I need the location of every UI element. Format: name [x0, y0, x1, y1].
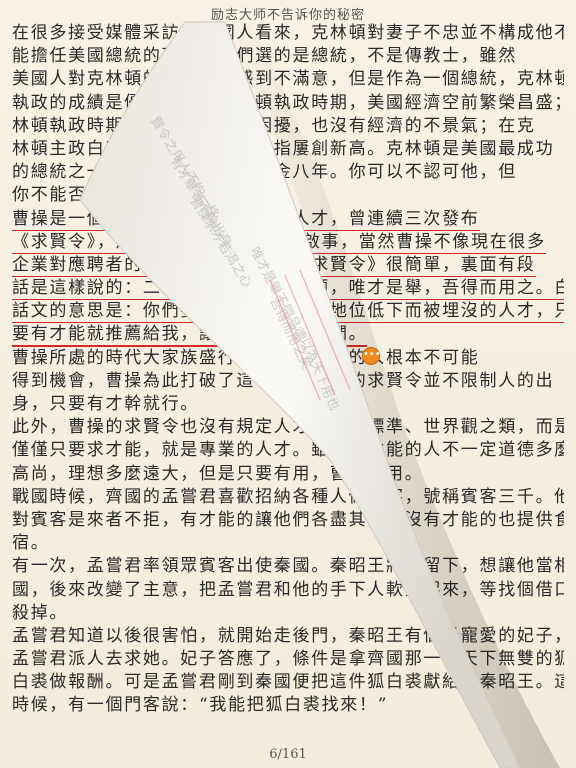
- text-line-content: 林頓主政白宮時，美國股市大股指屢創新高。克林頓是美國最成功: [12, 138, 555, 159]
- page-body-text[interactable]: 在很多接受媒體采訪的美國人看來，克林頓對妻子不忠並不構成他不 能擔任美國總統的理由…: [12, 22, 564, 718]
- text-line: 執政的成績是優秀的，在克林頓執政時期，美國經濟空前繁榮昌盛；在: [12, 92, 564, 115]
- text-line-content: 話是這樣說的：二三子其佐我明揚仄陋，唯才是舉，吾得而用之。白: [12, 278, 564, 301]
- text-line-content: 美國人對克林頓的越軌行為感到不滿意，但是作為一個總統，克林頓: [12, 69, 564, 90]
- text-line-content: 此外，曹操的求賢令也沒有規定人才的道德標準、世界觀之類，而是: [12, 417, 564, 438]
- text-line: 高尚，理想多麼遠大，但是只要有用，曹操就用。: [12, 463, 564, 486]
- text-line: 得到機會，曹操為此打破了這一局面，他的求賢令並不限制人的出: [12, 370, 564, 393]
- text-line-content: 高尚，理想多麼遠大，但是只要有用，曹操就用。: [12, 463, 424, 484]
- text-line-content: 有一次，孟嘗君率領眾賓客出使秦國。秦昭王將他留下，想讓他當相: [12, 556, 564, 577]
- text-line-content: 林頓執政時期美國沒有戰爭的困擾，也沒有經濟的不景氣；在克: [12, 115, 536, 136]
- text-line-content: 對賓客是來者不拒，有才能的讓他們各盡其能，沒有才能的也提供食: [12, 509, 564, 530]
- text-line: 要有才能就推薦給我，讓我能夠任用他們。: [12, 323, 564, 347]
- text-line: 此外，曹操的求賢令也沒有規定人才的道德標準、世界觀之類，而是: [12, 416, 564, 439]
- page-number-indicator: 6/161: [269, 747, 307, 762]
- text-line-content: 時候，有一個門客說：“我能把狐白裘找來！”: [12, 695, 389, 716]
- text-line-content: 僅僅只要求才能，就是專業的人才。雖然有才能的人不一定道德多麼: [12, 440, 564, 461]
- text-line-content: 要有才能就推薦給我，讓我能夠任用他們。: [12, 324, 368, 347]
- text-line: 殺掉。: [12, 602, 564, 625]
- text-line-content: 白裘做報酬。可是孟嘗君剛到秦國便把這件狐白裘獻給了秦昭王。這: [12, 672, 564, 693]
- text-line-content: 能擔任美國總統的理由，他們選的是總統，不是傳教士，雖然: [12, 46, 517, 67]
- text-line-content: 宿。: [12, 533, 50, 554]
- text-line: 《求賢令》，用今天的話說就是招聘啟事，當然曹操不像現在很多: [12, 231, 564, 254]
- text-line: 對賓客是來者不拒，有才能的讓他們各盡其能，沒有才能的也提供食: [12, 509, 564, 532]
- text-line-content: 話文的意思是：你們要幫助我發現那些地位低下而被埋沒的人才，只: [12, 301, 564, 324]
- text-line-content: 曹操是一個愛才的人，他下，招攬人才，曾連續三次發布: [12, 208, 480, 231]
- text-line: 林頓主政白宮時，美國股市大股指屢創新高。克林頓是美國最成功: [12, 138, 564, 161]
- text-line: 話是這樣說的：二三子其佐我明揚仄陋，唯才是舉，吾得而用之。白: [12, 277, 564, 301]
- text-line: 美國人對克林頓的越軌行為感到不滿意，但是作為一個總統，克林頓: [12, 68, 564, 91]
- text-line-content: 《求賢令》，用今天的話說就是招聘啟事，當然曹操不像現在很多: [12, 231, 546, 254]
- text-line: 宿。: [12, 532, 564, 555]
- text-line-content: 孟嘗君知道以後很害怕，就開始走後門，秦昭王有個最寵愛的妃子，: [12, 625, 564, 646]
- text-line: 你不能否認他的能力。: [12, 184, 564, 207]
- text-line: 的總統之一，美國經濟被譽為黃金八年。你可以不認可他，但: [12, 161, 564, 184]
- text-line-content: 戰國時候，齊國的孟嘗君喜歡招納各種人做門客，號稱賓客三千。他: [12, 486, 564, 507]
- text-line: 戰國時候，齊國的孟嘗君喜歡招納各種人做門客，號稱賓客三千。他: [12, 486, 564, 509]
- text-line: 企業對應聘者的要求那麼多，他的《求賢令》很簡單，裏面有段: [12, 254, 564, 278]
- text-line-content: 國，後來改變了主意，把孟嘗君和他的手下人軟禁起來，等找個借口: [12, 579, 564, 600]
- text-line-content: 殺掉。: [12, 602, 69, 623]
- text-line-content: 得到機會，曹操為此打破了這一局面，他的求賢令並不限制人的出: [12, 370, 555, 391]
- text-line: 林頓執政時期美國沒有戰爭的困擾，也沒有經濟的不景氣；在克: [12, 115, 564, 138]
- text-line: 白裘做報酬。可是孟嘗君剛到秦國便把這件狐白裘獻給了秦昭王。這: [12, 671, 564, 694]
- text-line: 能擔任美國總統的理由，他們選的是總統，不是傳教士，雖然: [12, 45, 564, 68]
- text-line: 時候，有一個門客說：“我能把狐白裘找來！”: [12, 694, 564, 717]
- text-line: 曹操所處的時代大家族盛行，那些有才華的人根本不可能: [12, 347, 564, 370]
- text-line: 話文的意思是：你們要幫助我發現那些地位低下而被埋沒的人才，只: [12, 300, 564, 324]
- text-line: 身，只要有才幹就行。: [12, 393, 564, 416]
- text-line-content: 的總統之一，美國經濟被譽為黃金八年。你可以不認可他，但: [12, 162, 517, 183]
- text-line-content: 你不能否認他的能力。: [12, 185, 199, 206]
- text-line: 在很多接受媒體采訪的美國人看來，克林頓對妻子不忠並不構成他不: [12, 22, 564, 45]
- text-line-content: 身，只要有才幹就行。: [12, 394, 199, 414]
- text-line-content: 孟嘗君派人去求她。妃子答應了，條件是拿齊國那一件天下無雙的狐: [12, 649, 564, 670]
- text-line-content: 企業對應聘者的要求那麼多，他的《求賢令》很簡單，裏面有段: [12, 254, 536, 278]
- text-line: 曹操是一個愛才的人，他下，招攬人才，曾連續三次發布: [12, 208, 564, 231]
- text-line-content: 曹操所處的時代大家族盛行，那些有才華的人根本不可能: [12, 347, 480, 368]
- note-marker-icon[interactable]: •••: [362, 347, 381, 365]
- text-line-content: 執政的成績是優秀的，在克林頓執政時期，美國經濟空前繁榮昌盛；在: [12, 92, 564, 113]
- book-page[interactable]: 励志大师不告诉你的秘密 在很多接受媒體采訪的美國人看來，克林頓對妻子不忠並不構成…: [0, 0, 576, 768]
- text-line: 孟嘗君知道以後很害怕，就開始走後門，秦昭王有個最寵愛的妃子，: [12, 625, 564, 648]
- text-line-content: 在很多接受媒體采訪的美國人看來，克林頓對妻子不忠並不構成他不: [12, 23, 564, 43]
- page-header-title: 励志大师不告诉你的秘密: [210, 8, 365, 23]
- text-line: 國，後來改變了主意，把孟嘗君和他的手下人軟禁起來，等找個借口: [12, 579, 564, 602]
- text-line: 有一次，孟嘗君率領眾賓客出使秦國。秦昭王將他留下，想讓他當相: [12, 555, 564, 578]
- text-line: 孟嘗君派人去求她。妃子答應了，條件是拿齊國那一件天下無雙的狐: [12, 648, 564, 671]
- text-line: 僅僅只要求才能，就是專業的人才。雖然有才能的人不一定道德多麼: [12, 439, 564, 462]
